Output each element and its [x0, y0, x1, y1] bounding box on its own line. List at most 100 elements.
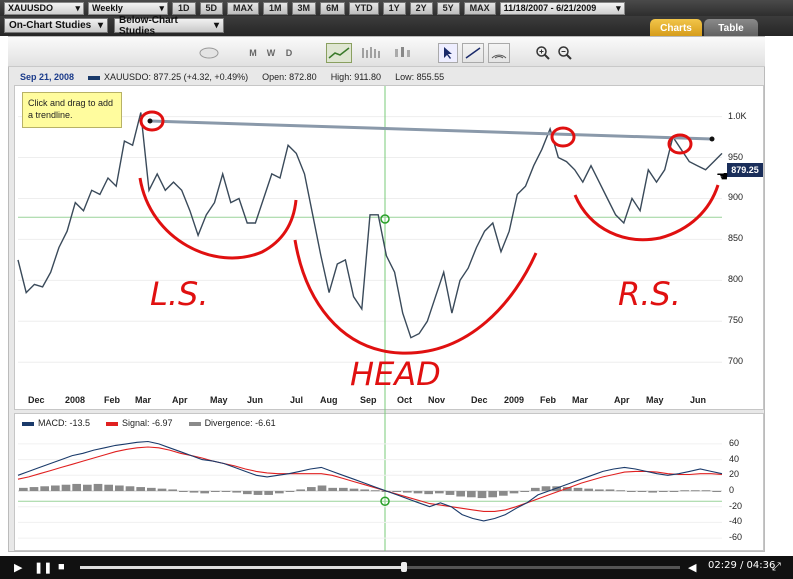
divergence-bar: [307, 487, 316, 491]
macd-line: [17, 440, 723, 522]
x-tick-label: Jul: [290, 395, 304, 405]
x-tick-label: Jun: [247, 395, 264, 405]
x-tick-label: May: [646, 395, 664, 405]
divergence-bar: [488, 491, 497, 498]
divergence-bar: [19, 487, 28, 491]
divergence-bar: [371, 490, 380, 492]
x-tick-label: Feb: [104, 395, 121, 405]
macd-y-tick-label: 60: [729, 437, 740, 448]
timeline-track[interactable]: [80, 566, 680, 569]
divergence-bar: [243, 491, 252, 495]
divergence-bar: [275, 491, 284, 494]
divergence-bar: [595, 489, 604, 491]
macd-y-tick-label: -20: [729, 500, 743, 511]
divergence-bar: [51, 485, 60, 491]
annotation-right-shoulder-label: R.S.: [618, 275, 681, 313]
hand-cursor-icon: ☚: [716, 168, 729, 184]
macd-y-tick-label: 40: [729, 453, 740, 464]
divergence-bar: [403, 491, 412, 493]
divergence-bar: [712, 491, 721, 492]
divergence-bar: [669, 491, 679, 492]
pause-icon[interactable]: ❚❚: [34, 561, 52, 574]
divergence-bar: [61, 484, 71, 491]
volume-icon[interactable]: ◀: [688, 561, 696, 574]
divergence-bar: [477, 491, 487, 499]
y-tick-label: 950: [728, 151, 744, 162]
fullscreen-icon[interactable]: ⤢: [772, 561, 781, 574]
y-tick-label: 750: [728, 315, 744, 326]
divergence-bar: [125, 486, 135, 491]
y-tick-label: 1.0K: [728, 110, 747, 121]
divergence-bar: [339, 487, 348, 491]
divergence-bar: [499, 491, 508, 496]
signal-line: [17, 446, 723, 512]
x-tick-label: Apr: [172, 395, 188, 405]
divergence-bar: [168, 489, 177, 491]
legend-divergence: Divergence: -6.61: [188, 418, 276, 428]
macd-y-tick-label: -40: [729, 516, 743, 527]
annotation-left-shoulder-label: L.S.: [150, 275, 208, 313]
divergence-bar: [104, 484, 113, 491]
divergence-bar: [317, 485, 327, 491]
divergence-bar: [157, 488, 167, 491]
divergence-bar: [179, 491, 188, 492]
x-tick-label: Dec: [471, 395, 488, 405]
x-tick-label: Oct: [397, 395, 413, 405]
macd-y-tick-label: 20: [729, 469, 740, 480]
x-tick-label: Apr: [614, 395, 630, 405]
divergence-bar: [616, 490, 625, 492]
divergence-bar: [328, 487, 337, 491]
divergence-bar: [115, 485, 124, 491]
divergence-bar: [573, 487, 583, 491]
annotation-circle: [550, 126, 576, 148]
timeline-progress: [80, 566, 404, 569]
macd-legend: MACD: -13.5 Signal: -6.97 Divergence: -6…: [22, 417, 276, 429]
divergence-bar: [445, 491, 455, 495]
divergence-bar: [531, 487, 540, 491]
divergence-bar: [627, 491, 636, 492]
x-tick-label: Sep: [360, 395, 377, 405]
divergence-bar: [221, 491, 231, 492]
divergence-bar: [701, 490, 711, 492]
y-tick-label: 900: [728, 192, 744, 203]
divergence-bar: [136, 487, 145, 491]
macd-y-tick-label: 0: [729, 485, 735, 495]
x-tick-label: Aug: [320, 395, 338, 405]
divergence-bar: [189, 491, 199, 493]
divergence-bar: [520, 491, 529, 492]
trendline: [149, 119, 713, 141]
divergence-bar: [424, 491, 433, 495]
divergence-bar: [659, 491, 668, 492]
trendline-tooltip: Click and drag to add a trendline.: [22, 92, 122, 128]
divergence-bar: [456, 491, 465, 497]
trendline-handle: [147, 118, 153, 124]
play-icon[interactable]: ▶: [14, 561, 22, 574]
divergence-bar: [637, 491, 647, 492]
divergence-bar: [296, 489, 305, 491]
divergence-bar: [648, 491, 657, 493]
playback-time: 02:29 / 04:36: [708, 560, 776, 571]
legend-signal: Signal: -6.97: [106, 418, 173, 428]
x-tick-label: Jun: [690, 395, 707, 405]
legend-macd: MACD: -13.5: [22, 418, 90, 428]
divergence-bar: [349, 488, 359, 491]
annotation-curve-right-shoulder: [573, 184, 720, 242]
x-tick-label: Dec: [28, 395, 45, 405]
divergence-bar: [285, 491, 295, 492]
divergence-bar: [584, 488, 593, 491]
stop-icon[interactable]: ■: [58, 561, 65, 573]
divergence-bar: [200, 491, 209, 494]
divergence-bar: [541, 486, 551, 491]
divergence-bar: [392, 491, 401, 492]
timeline-scrubber[interactable]: [401, 562, 407, 572]
x-tick-label: Feb: [540, 395, 557, 405]
x-tick-label: Nov: [428, 395, 446, 405]
y-tick-label: 850: [728, 233, 744, 244]
price-series-line: [17, 112, 723, 339]
divergence-bar: [211, 491, 220, 492]
divergence-bar: [232, 491, 241, 493]
divergence-bar: [83, 484, 92, 491]
divergence-bar: [680, 490, 689, 492]
divergence-bar: [360, 489, 369, 491]
divergence-bar: [413, 491, 423, 494]
